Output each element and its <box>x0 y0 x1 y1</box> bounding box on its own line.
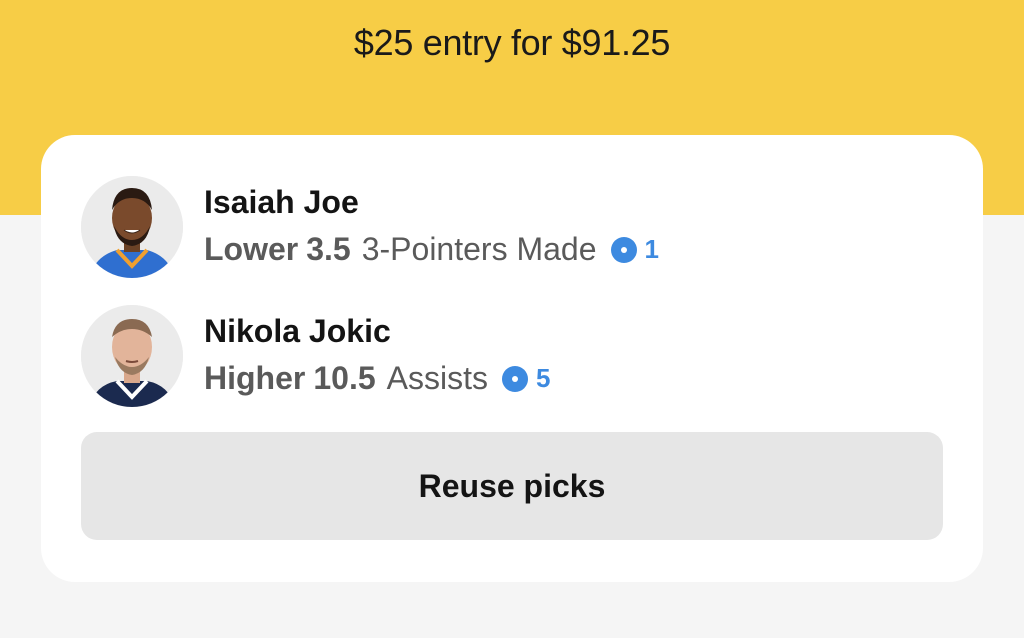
player-avatar <box>81 176 183 278</box>
badge-count: 1 <box>644 234 659 264</box>
pick-line-value: 3.5 <box>306 231 351 267</box>
player-avatar <box>81 305 183 407</box>
player-name: Nikola Jokic <box>204 313 391 349</box>
target-dot-icon <box>501 365 528 392</box>
pick-stat: Assists <box>386 360 488 396</box>
picks-card: Isaiah Joe Lower 3.5 3-Pointers Made 1 N… <box>41 135 983 582</box>
entry-summary-title: $25 entry for $91.25 <box>353 22 671 63</box>
player-headshot-icon <box>81 305 183 407</box>
badge-count: 5 <box>535 363 551 393</box>
player-headshot-icon <box>81 176 183 278</box>
pick-row[interactable]: Isaiah Joe Lower 3.5 3-Pointers Made 1 <box>81 176 941 280</box>
pick-stat: 3-Pointers Made <box>361 231 597 267</box>
pick-line-value: 10.5 <box>313 360 376 396</box>
pick-details: Higher 10.5 Assists 5 <box>204 360 550 397</box>
pick-row[interactable]: Nikola Jokic Higher 10.5 Assists 5 <box>81 305 941 409</box>
pick-details: Lower 3.5 3-Pointers Made 1 <box>204 231 659 268</box>
pick-direction: Higher <box>204 360 306 396</box>
reuse-picks-button[interactable]: Reuse picks <box>81 432 943 540</box>
target-dot-icon <box>610 236 637 263</box>
player-name: Isaiah Joe <box>204 184 359 220</box>
pick-direction: Lower <box>204 231 299 267</box>
